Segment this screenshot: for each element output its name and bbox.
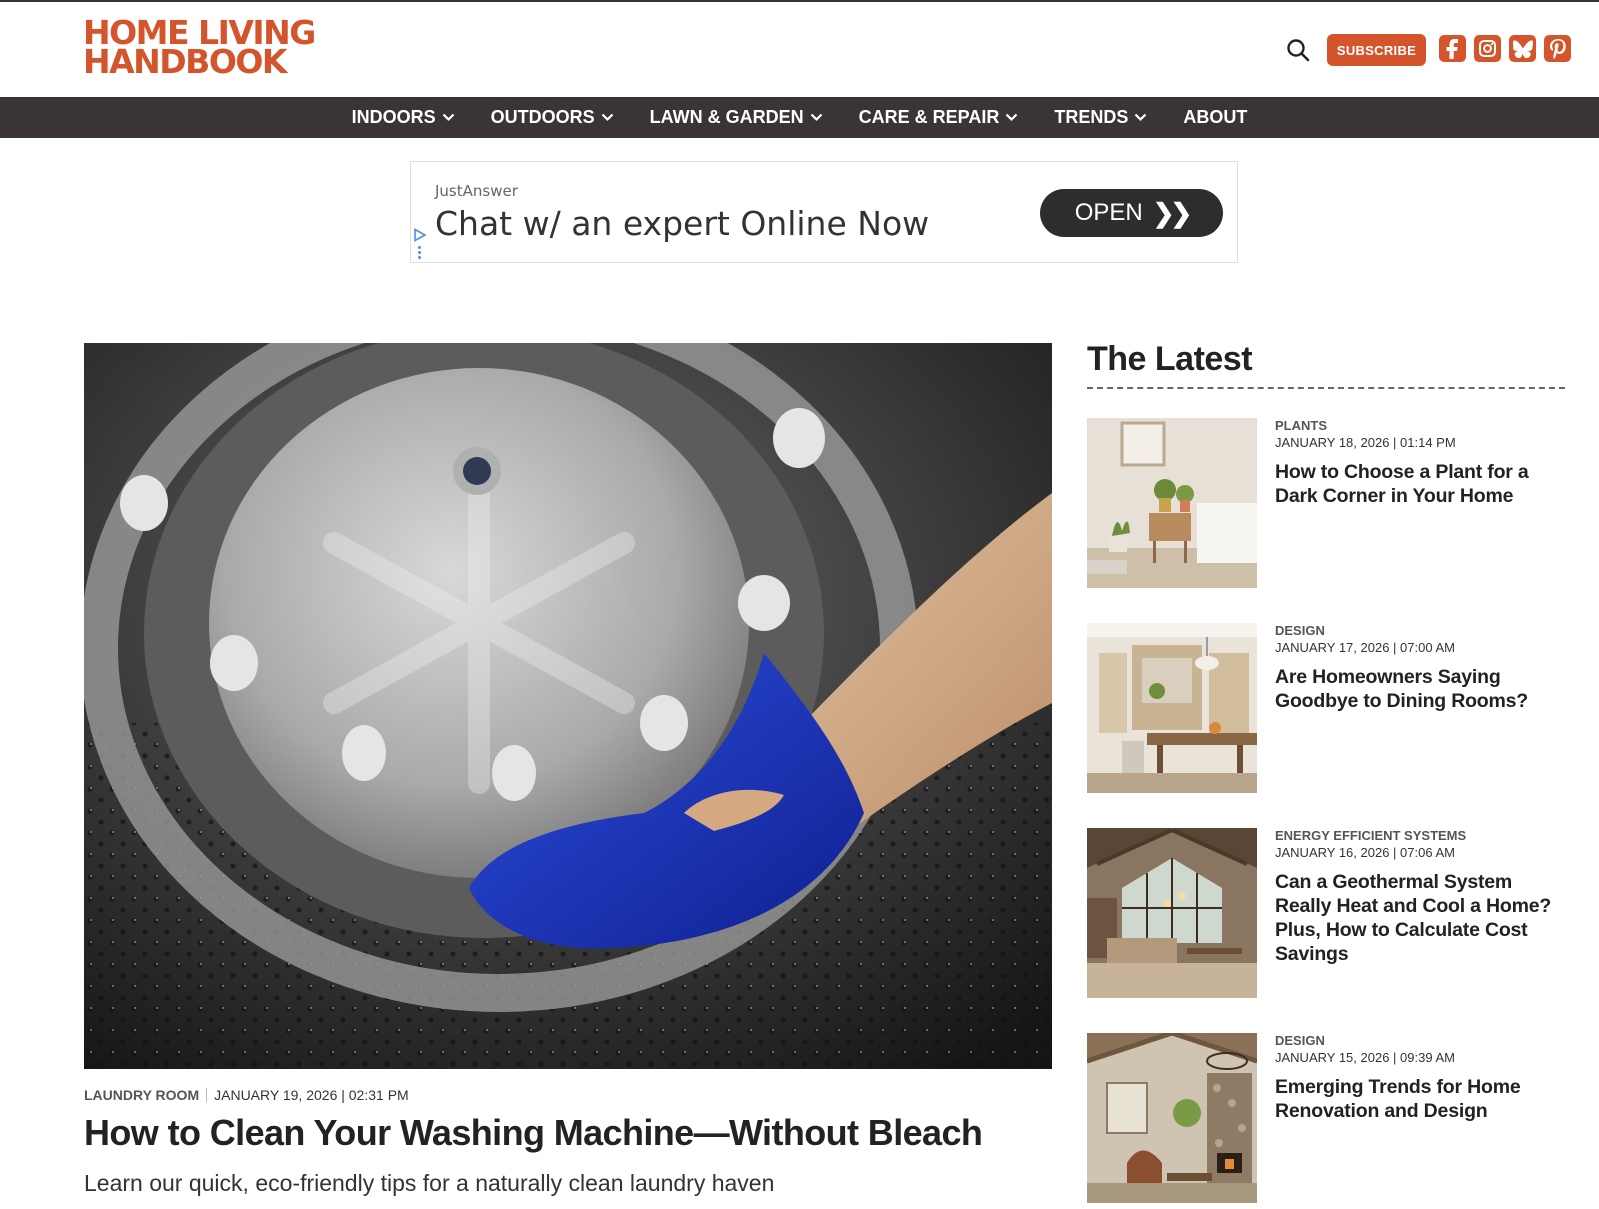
chevron-down-icon [442,113,454,122]
site-header: HOME LIVING HANDBOOK SUBSCRIBE [0,2,1599,97]
article-category[interactable]: DESIGN [1275,1033,1325,1048]
hero-date: JANUARY 19, 2026 | 02:31 PM [214,1087,409,1103]
ad-open-label: OPEN [1074,199,1143,226]
article-title[interactable]: Emerging Trends for Home Renovation and … [1275,1075,1567,1123]
latest-article-card[interactable]: DESIGN JANUARY 15, 2026 | 09:39 AM Emerg… [1087,1033,1567,1205]
chevron-down-icon [1135,113,1147,122]
ad-headline: Chat w/ an expert Online Now [435,204,930,243]
main-nav: INDOORS OUTDOORS LAWN & GARDEN CARE & RE… [0,97,1599,138]
nav-item-about[interactable]: ABOUT [1183,107,1247,128]
site-logo[interactable]: HOME LIVING HANDBOOK [83,16,316,82]
instagram-icon[interactable] [1474,35,1501,62]
chevron-down-icon [601,113,613,122]
chevron-down-icon [1006,113,1018,122]
hero-image-washing-machine[interactable] [84,343,1052,1069]
article-title[interactable]: Can a Geothermal System Really Heat and … [1275,870,1567,966]
hero-subtitle: Learn our quick, eco-friendly tips for a… [84,1170,775,1196]
nav-item-label: CARE & REPAIR [858,107,1000,127]
meta-divider [206,1088,208,1102]
article-category[interactable]: ENERGY EFFICIENT SYSTEMS [1275,828,1466,843]
search-icon[interactable] [1285,37,1311,63]
latest-article-card[interactable]: DESIGN JANUARY 17, 2026 | 07:00 AM Are H… [1087,623,1567,795]
bluesky-icon[interactable] [1509,35,1536,62]
adchoices-icon[interactable] [413,228,427,242]
nav-item-label: OUTDOORS [490,107,595,127]
nav-item-lawn-garden[interactable]: LAWN & GARDEN [650,107,823,128]
article-thumbnail-dining-room[interactable] [1087,623,1257,793]
article-date: JANUARY 17, 2026 | 07:00 AM [1275,640,1455,655]
facebook-icon[interactable] [1439,35,1466,62]
hero-meta: LAUNDRY ROOM JANUARY 19, 2026 | 02:31 PM [84,1087,409,1103]
subscribe-button[interactable]: SUBSCRIBE [1327,34,1426,66]
article-date: JANUARY 15, 2026 | 09:39 AM [1275,1050,1455,1065]
logo-line-2: HANDBOOK [83,42,287,82]
sidebar-title: The Latest [1087,340,1253,378]
article-category[interactable]: DESIGN [1275,623,1325,638]
nav-item-indoors[interactable]: INDOORS [352,107,455,128]
ad-open-button[interactable]: OPEN ❯❯ [1040,189,1223,237]
sidebar-divider [1087,387,1565,389]
nav-item-label: LAWN & GARDEN [649,107,804,127]
chevron-down-icon [810,113,822,122]
hero-category[interactable]: LAUNDRY ROOM [84,1087,199,1103]
ad-banner[interactable]: JustAnswer Chat w/ an expert Online Now … [410,161,1238,263]
nav-item-trends[interactable]: TRENDS [1054,107,1147,128]
article-title[interactable]: Are Homeowners Saying Goodbye to Dining … [1275,665,1567,713]
header-actions: SUBSCRIBE [1279,32,1599,66]
nav-item-label: TRENDS [1054,107,1129,127]
double-chevron-right-icon: ❯❯ [1152,197,1193,228]
pinterest-icon[interactable] [1544,35,1571,62]
article-title[interactable]: How to Choose a Plant for a Dark Corner … [1275,460,1567,508]
article-date: JANUARY 16, 2026 | 07:06 AM [1275,845,1455,860]
latest-article-card[interactable]: ENERGY EFFICIENT SYSTEMS JANUARY 16, 202… [1087,828,1567,1000]
article-thumbnail-vaulted-kitchen[interactable] [1087,828,1257,998]
article-thumbnail-plant-bedroom[interactable] [1087,418,1257,588]
ad-options-icon[interactable] [418,246,421,261]
latest-article-card[interactable]: PLANTS JANUARY 18, 2026 | 01:14 PM How t… [1087,418,1567,590]
article-date: JANUARY 18, 2026 | 01:14 PM [1275,435,1456,450]
nav-item-care-repair[interactable]: CARE & REPAIR [859,107,1019,128]
nav-item-label: ABOUT [1183,107,1248,127]
article-thumbnail-living-room-fireplace[interactable] [1087,1033,1257,1203]
article-category[interactable]: PLANTS [1275,418,1327,433]
ad-brand: JustAnswer [435,182,518,200]
nav-item-label: INDOORS [351,107,436,127]
hero-title[interactable]: How to Clean Your Washing Machine—Withou… [84,1112,983,1154]
nav-item-outdoors[interactable]: OUTDOORS [491,107,614,128]
